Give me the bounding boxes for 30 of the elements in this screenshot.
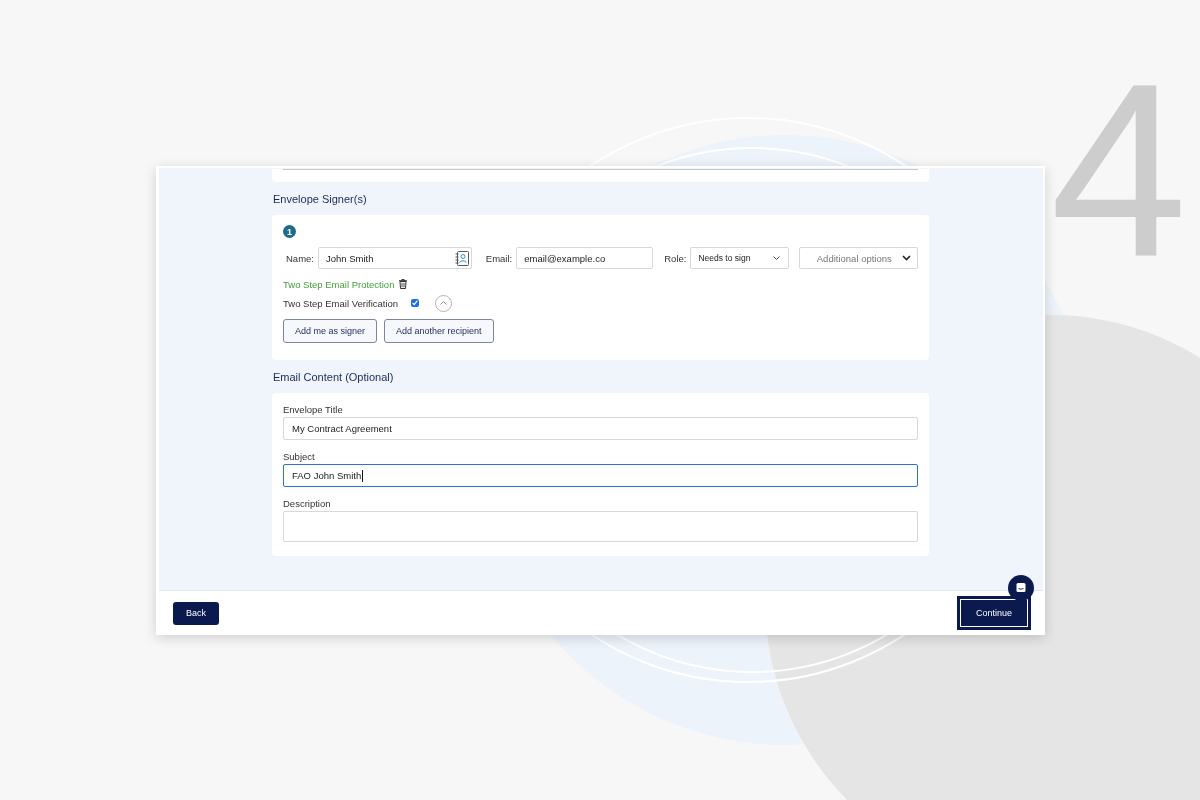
- chevron-down-icon: [772, 256, 780, 260]
- back-button[interactable]: Back: [173, 601, 219, 625]
- chat-icon[interactable]: [1008, 575, 1034, 601]
- trash-icon[interactable]: [399, 279, 408, 289]
- number-badge: 1: [283, 225, 296, 238]
- section-heading: Email Content (Optional): [273, 370, 395, 384]
- email-field[interactable]: email@example.co: [516, 247, 654, 269]
- name-label: Name:: [286, 252, 314, 264]
- field-label: Subject: [283, 451, 316, 463]
- options-dropdown[interactable]: Additional options: [798, 247, 918, 269]
- role-dropdown[interactable]: Needs to sign: [690, 247, 789, 269]
- signer-button[interactable]: Add another recipient: [384, 319, 494, 343]
- text-cursor-icon: [362, 469, 364, 482]
- continue-button[interactable]: Continue: [956, 596, 1031, 630]
- section-heading: Envelope Signer(s): [273, 192, 368, 206]
- verification-checkbox[interactable]: [411, 299, 420, 307]
- text-field[interactable]: My Contract Agreement: [283, 417, 918, 440]
- signer-button[interactable]: Add me as signer: [283, 319, 378, 343]
- field-label: Description: [283, 498, 332, 510]
- contact-book-icon[interactable]: [454, 250, 469, 266]
- email-label: Email:: [485, 252, 513, 264]
- role-label: Role:: [664, 252, 687, 264]
- chevron-down-icon: [902, 255, 911, 261]
- verification-label: Two Step Email Verification: [283, 297, 399, 309]
- name-field[interactable]: John Smith: [318, 247, 472, 269]
- chevron-up-icon: [440, 301, 448, 305]
- protection-link[interactable]: Two Step Email Protection: [283, 278, 395, 290]
- text-field[interactable]: FAO John Smith: [283, 464, 918, 487]
- field-label: Envelope Title: [283, 404, 344, 416]
- collapse-toggle[interactable]: [435, 294, 453, 312]
